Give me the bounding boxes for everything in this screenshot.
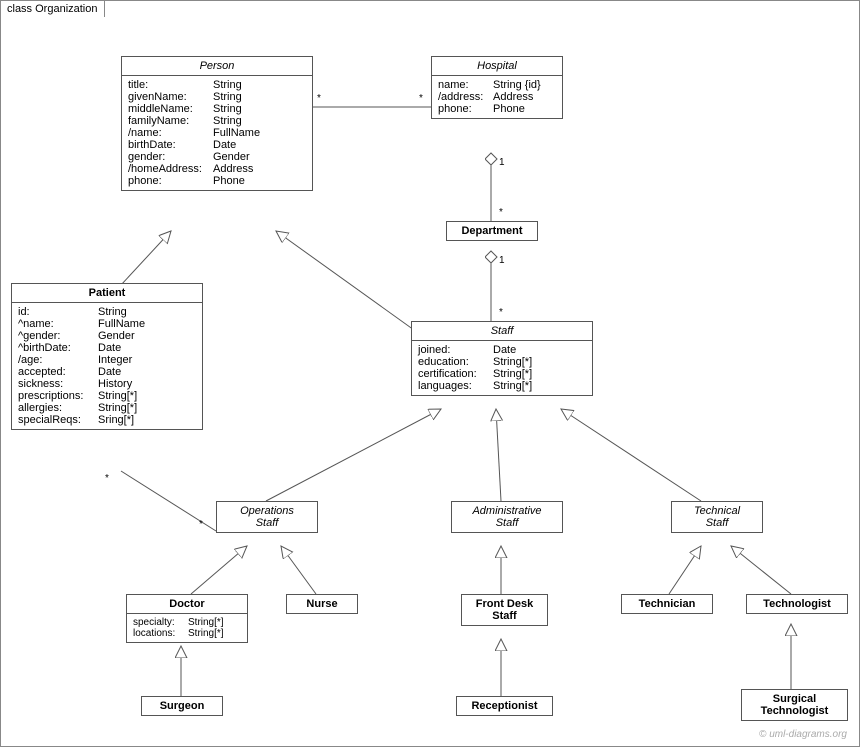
class-staff-title: Staff bbox=[412, 322, 592, 341]
class-technologist-title: Technologist bbox=[747, 595, 847, 613]
class-patient: Patient id:String^name:FullName^gender:G… bbox=[11, 283, 203, 430]
class-ops-staff: Operations Staff bbox=[216, 501, 318, 533]
class-ops-staff-title: Operations Staff bbox=[217, 502, 317, 532]
mult-hospital-dept-star: * bbox=[499, 207, 503, 218]
surgtech-line2: Technologist bbox=[761, 705, 829, 717]
class-doctor-attrs: specialty:String[*]locations:String[*] bbox=[127, 614, 247, 642]
class-surgtech: Surgical Technologist bbox=[741, 689, 848, 721]
tech-line2: Staff bbox=[706, 517, 729, 529]
mult-patient-ops-right: * bbox=[199, 519, 203, 530]
class-hospital: Hospital name:String {id}/address:Addres… bbox=[431, 56, 563, 119]
class-technician: Technician bbox=[621, 594, 713, 614]
mult-hospital-dept-1: 1 bbox=[499, 157, 505, 168]
class-department-title: Department bbox=[447, 222, 537, 240]
class-surgtech-title: Surgical Technologist bbox=[742, 690, 847, 720]
class-nurse: Nurse bbox=[286, 594, 358, 614]
class-patient-title: Patient bbox=[12, 284, 202, 303]
frontdesk-line2: Staff bbox=[492, 610, 516, 622]
class-admin-staff: Administrative Staff bbox=[451, 501, 563, 533]
class-surgeon-title: Surgeon bbox=[142, 697, 222, 715]
class-frontdesk: Front Desk Staff bbox=[461, 594, 548, 626]
tech-line1: Technical bbox=[694, 505, 740, 517]
class-person-attrs: title:StringgivenName:StringmiddleName:S… bbox=[122, 76, 312, 190]
class-patient-attrs: id:String^name:FullName^gender:Gender^bi… bbox=[12, 303, 202, 429]
admin-line1: Administrative bbox=[472, 505, 541, 517]
copyright: © uml-diagrams.org bbox=[759, 729, 847, 740]
ops-line2: Staff bbox=[256, 517, 279, 529]
class-hospital-title: Hospital bbox=[432, 57, 562, 76]
mult-patient-ops-left: * bbox=[105, 473, 109, 484]
class-nurse-title: Nurse bbox=[287, 595, 357, 613]
class-hospital-attrs: name:String {id}/address:Addressphone:Ph… bbox=[432, 76, 562, 118]
class-technician-title: Technician bbox=[622, 595, 712, 613]
class-frontdesk-title: Front Desk Staff bbox=[462, 595, 547, 625]
class-doctor: Doctor specialty:String[*]locations:Stri… bbox=[126, 594, 248, 643]
mult-person-hospital-left: * bbox=[317, 93, 321, 104]
class-person: Person title:StringgivenName:Stringmiddl… bbox=[121, 56, 313, 191]
class-tech-staff-title: Technical Staff bbox=[672, 502, 762, 532]
class-technologist: Technologist bbox=[746, 594, 848, 614]
mult-person-hospital-right: * bbox=[419, 93, 423, 104]
class-tech-staff: Technical Staff bbox=[671, 501, 763, 533]
class-receptionist: Receptionist bbox=[456, 696, 553, 716]
surgtech-line1: Surgical bbox=[773, 693, 816, 705]
class-staff: Staff joined:Dateeducation:String[*]cert… bbox=[411, 321, 593, 396]
class-department: Department bbox=[446, 221, 538, 241]
admin-line2: Staff bbox=[496, 517, 519, 529]
frontdesk-line1: Front Desk bbox=[476, 598, 533, 610]
class-person-title: Person bbox=[122, 57, 312, 76]
class-receptionist-title: Receptionist bbox=[457, 697, 552, 715]
class-admin-staff-title: Administrative Staff bbox=[452, 502, 562, 532]
class-doctor-title: Doctor bbox=[127, 595, 247, 614]
mult-dept-staff-star: * bbox=[499, 307, 503, 318]
class-surgeon: Surgeon bbox=[141, 696, 223, 716]
class-staff-attrs: joined:Dateeducation:String[*]certificat… bbox=[412, 341, 592, 395]
diagram-frame: class Organization bbox=[0, 0, 860, 747]
ops-line1: Operations bbox=[240, 505, 294, 517]
mult-dept-staff-1: 1 bbox=[499, 255, 505, 266]
